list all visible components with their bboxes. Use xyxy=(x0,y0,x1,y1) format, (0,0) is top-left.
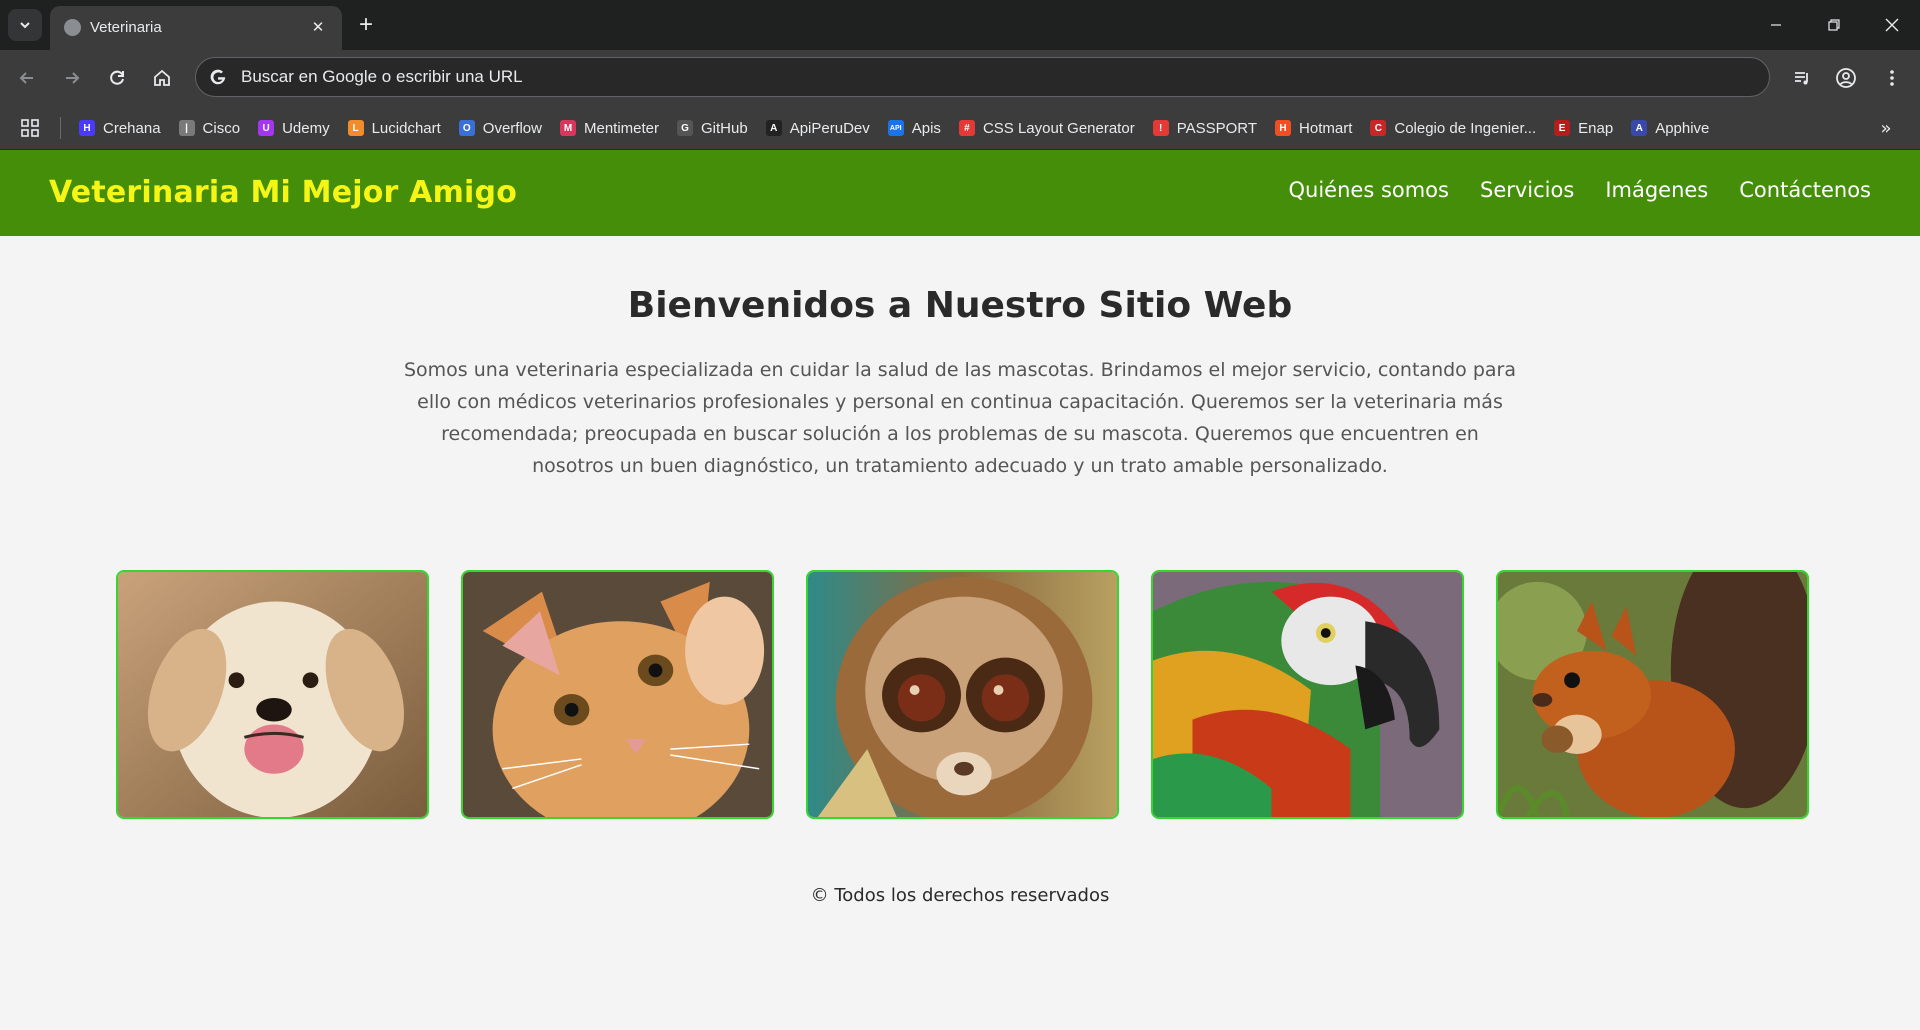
media-controls-button[interactable] xyxy=(1784,60,1820,96)
puppy-photo xyxy=(116,570,429,819)
kitten-photo xyxy=(461,570,774,819)
bookmark-udemy[interactable]: U Udemy xyxy=(249,113,339,143)
bookmark-github[interactable]: G GitHub xyxy=(668,113,757,143)
cisco-icon: | xyxy=(178,120,195,136)
home-button[interactable] xyxy=(144,60,180,96)
bookmark-label: Apis xyxy=(911,119,941,137)
tab-title: Veterinaria xyxy=(90,19,162,36)
bookmark-label: ApiPeruDev xyxy=(789,119,870,137)
arrow-right-icon xyxy=(66,72,80,84)
bookmark-label: PASSPORT xyxy=(1176,119,1258,137)
animal-gallery xyxy=(116,570,1809,819)
bookmark-label: Enap xyxy=(1578,119,1614,137)
home-icon xyxy=(154,69,170,86)
bookmark-apiperudev[interactable]: A ApiPeruDev xyxy=(757,113,879,143)
bookmark-label: CSS Layout Generator xyxy=(982,119,1135,137)
profile-button[interactable] xyxy=(1828,60,1864,96)
main-nav: Quiénes somos Servicios Imágenes Contáct… xyxy=(1289,178,1872,202)
forward-button[interactable] xyxy=(54,60,90,96)
bookmarks-bar: H Crehana | Cisco U Udemy L Lucidchart O Overflow… xyxy=(0,106,1920,150)
minimize-icon xyxy=(1771,24,1781,26)
close-window-button[interactable] xyxy=(1868,0,1916,50)
reload-button[interactable] xyxy=(99,60,135,96)
close-tab-icon[interactable]: ✕ xyxy=(306,15,330,39)
macaw-photo xyxy=(1151,570,1464,819)
bookmark-cisco[interactable]: | Cisco xyxy=(170,113,250,143)
squirrel-photo xyxy=(1496,570,1809,819)
new-tab-button[interactable]: + xyxy=(352,11,380,39)
apis-icon: API xyxy=(887,120,904,136)
footer-copyright: © Todos los derechos reservados xyxy=(810,885,1110,906)
overflow-icon: O xyxy=(458,120,475,136)
address-bar[interactable] xyxy=(195,57,1770,97)
bookmark-css-layout-generator[interactable]: # CSS Layout Generator xyxy=(950,113,1144,143)
apps-grid-icon[interactable] xyxy=(20,118,40,138)
browser-toolbar xyxy=(0,50,1920,106)
site-header: Veterinaria Mi Mejor Amigo Quiénes somos… xyxy=(0,150,1920,236)
bookmark-label: Lucidchart xyxy=(371,119,441,137)
passport-icon: ! xyxy=(1152,120,1169,136)
globe-icon xyxy=(64,19,81,36)
bookmark-enap[interactable]: E Enap xyxy=(1545,113,1622,143)
minimize-button[interactable] xyxy=(1752,0,1800,50)
bookmark-crehana[interactable]: H Crehana xyxy=(70,113,170,143)
bookmark-passport[interactable]: ! PASSPORT xyxy=(1144,113,1266,143)
bookmark-label: Hotmart xyxy=(1299,119,1353,137)
active-tab[interactable]: Veterinaria ✕ xyxy=(50,6,342,50)
bookmark-label: Colegio de Ingenier... xyxy=(1394,119,1537,137)
close-icon xyxy=(1885,18,1899,32)
browser-tabstrip: Veterinaria ✕ + xyxy=(0,0,1920,50)
page-title: Bienvenidos a Nuestro Sitio Web xyxy=(627,285,1293,326)
bookmark-label: Overflow xyxy=(482,119,542,137)
bookmark-label: Cisco xyxy=(202,119,241,137)
restore-icon xyxy=(1828,19,1840,31)
site-logo[interactable]: Veterinaria Mi Mejor Amigo xyxy=(49,175,517,210)
omnibox-input[interactable] xyxy=(241,63,1641,91)
bookmark-label: GitHub xyxy=(701,119,748,137)
colegio-icon: C xyxy=(1370,120,1387,136)
arrow-left-icon xyxy=(19,72,33,84)
bookmark-lucidchart[interactable]: L Lucidchart xyxy=(339,113,450,143)
bookmark-hotmart[interactable]: H Hotmart xyxy=(1266,113,1361,143)
intro-paragraph: Somos una veterinaria especializada en c… xyxy=(403,359,1516,477)
nav-servicios[interactable]: Servicios xyxy=(1480,178,1574,202)
bookmark-apphive[interactable]: A Apphive xyxy=(1622,113,1718,143)
reload-icon xyxy=(110,70,124,85)
bookmark-label: Apphive xyxy=(1655,119,1710,137)
bookmark-label: Mentimeter xyxy=(583,119,660,137)
enap-icon: E xyxy=(1554,120,1571,136)
udemy-icon: U xyxy=(258,120,275,136)
bookmark-label: Crehana xyxy=(103,119,161,137)
bookmark-overflow[interactable]: O Overflow xyxy=(450,113,551,143)
account-circle-icon xyxy=(1836,68,1856,88)
google-icon xyxy=(210,69,226,85)
bookmark-mentimeter[interactable]: M Mentimeter xyxy=(551,113,668,143)
more-vertical-icon xyxy=(1890,70,1894,86)
more-bookmarks-icon[interactable]: » xyxy=(1874,116,1898,140)
lucidchart-icon: L xyxy=(347,120,364,136)
nav-quienes-somos[interactable]: Quiénes somos xyxy=(1289,178,1449,202)
bookmark-colegio[interactable]: C Colegio de Ingenier... xyxy=(1361,113,1545,143)
apphive-icon: A xyxy=(1631,120,1648,136)
bookmarks-separator xyxy=(60,117,61,139)
bookmark-apis[interactable]: API Apis xyxy=(879,113,950,143)
menu-button[interactable] xyxy=(1874,60,1910,96)
hotmart-icon: H xyxy=(1275,120,1292,136)
back-button[interactable] xyxy=(9,60,45,96)
nav-imagenes[interactable]: Imágenes xyxy=(1605,178,1708,202)
github-icon: G xyxy=(677,120,694,136)
mentimeter-icon: M xyxy=(559,120,576,136)
restore-button[interactable] xyxy=(1810,0,1858,50)
tab-search-button[interactable] xyxy=(8,9,42,41)
apiperudev-icon: A xyxy=(765,120,782,136)
bookmark-label: Udemy xyxy=(282,119,330,137)
crehana-icon: H xyxy=(79,120,95,136)
loris-photo xyxy=(806,570,1119,819)
css-layout-generator-icon: # xyxy=(958,120,975,136)
bookmark-list: H Crehana | Cisco U Udemy L Lucidchart O Overflow… xyxy=(70,106,1718,150)
chevron-down-icon xyxy=(20,22,30,29)
nav-contactenos[interactable]: Contáctenos xyxy=(1739,178,1871,202)
queue-music-icon xyxy=(1795,72,1808,85)
